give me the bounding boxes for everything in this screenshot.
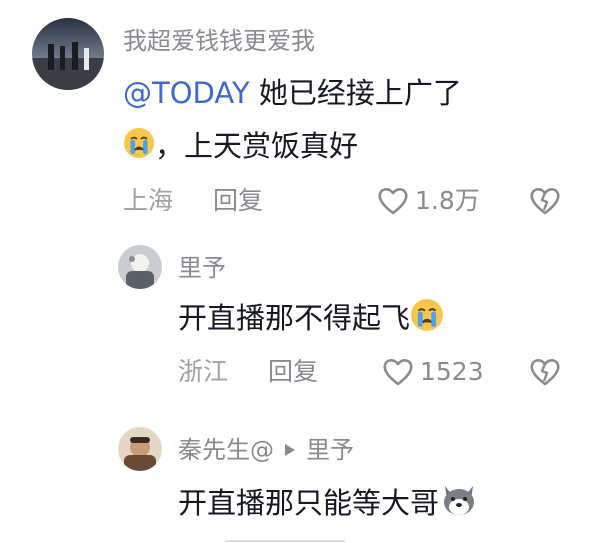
broken-heart-icon (530, 188, 560, 215)
comment-1-username[interactable]: 我超爱钱钱更爱我 (123, 26, 315, 56)
avatar-image-icon (118, 427, 162, 471)
cutoff-text-fragment (225, 536, 345, 543)
dog-face-emoji (439, 482, 479, 528)
comment-3-header: 秦先生@ 里予 (178, 435, 354, 465)
comment-3-text: 开直播那只能等大哥 (178, 486, 440, 520)
comment-1-like-count: 1.8万 (415, 186, 480, 215)
comment-1-line-1: @TODAY 她已经接上广了 (123, 73, 462, 113)
comment-2-reply-button[interactable]: 回复 (268, 357, 318, 387)
comment-2-text: 开直播那不得起飞 (178, 301, 411, 335)
crying-face-emoji (123, 127, 155, 169)
comment-2-dislike-button[interactable] (528, 357, 562, 387)
comment-1-line-2: ，上天赏饭真好 (123, 126, 358, 169)
comment-1-location: 上海 (123, 186, 174, 215)
avatar-image-icon (118, 245, 162, 289)
comment-2-like-button[interactable]: 1523 (382, 357, 484, 387)
heart-icon (383, 359, 413, 386)
comment-2-line: 开直播那不得起飞 (178, 298, 444, 342)
comment-3-reply-to[interactable]: 里予 (306, 435, 354, 465)
comment-2-like-count: 1523 (420, 357, 484, 386)
comment-3-line: 开直播那只能等大哥 (178, 482, 479, 528)
comment-1-avatar[interactable] (32, 18, 104, 90)
comment-2-username[interactable]: 里予 (178, 253, 226, 283)
comment-2-avatar[interactable] (118, 245, 162, 289)
comment-3-avatar[interactable] (118, 427, 162, 471)
comment-1-text-part-2: ，上天赏饭真好 (155, 129, 359, 163)
comment-2-location: 浙江 (178, 357, 229, 386)
comment-1-like-button[interactable]: 1.8万 (377, 186, 480, 216)
comment-3-username[interactable]: 秦先生@ (178, 435, 274, 465)
mention-link[interactable]: @TODAY (123, 76, 250, 110)
comment-1-text-part-1: 她已经接上广了 (249, 76, 462, 110)
broken-heart-icon (530, 359, 560, 386)
heart-icon (378, 188, 408, 215)
comment-1-reply-button[interactable]: 回复 (213, 186, 263, 216)
play-triangle-icon (285, 444, 295, 456)
avatar-image-icon (32, 18, 104, 90)
crying-face-emoji (410, 298, 444, 342)
comment-1-dislike-button[interactable] (528, 186, 562, 216)
